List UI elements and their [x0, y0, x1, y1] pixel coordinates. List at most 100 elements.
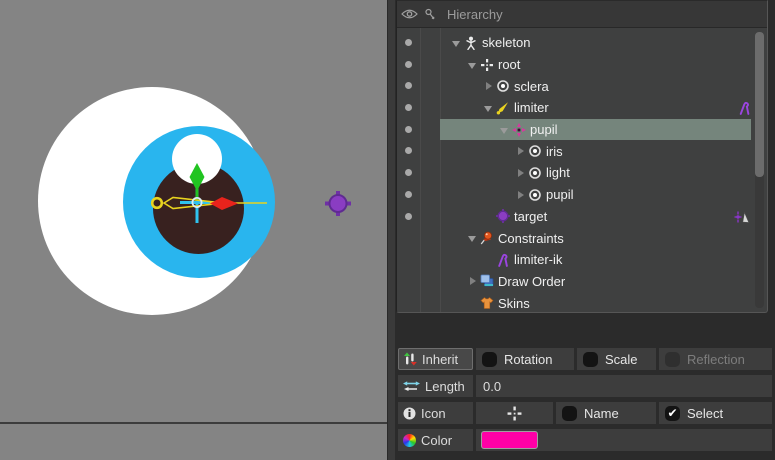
tree-row-constraints[interactable]: Constraints	[397, 227, 767, 249]
name-checkbox[interactable]	[562, 406, 577, 421]
slot-icon	[528, 188, 542, 202]
bone-icon	[496, 101, 510, 115]
expand-arrow[interactable]	[452, 36, 464, 50]
icon-select-cell[interactable]: ✔ Select	[659, 402, 772, 424]
icon-label: Icon	[421, 406, 446, 421]
tree-label: sclera	[514, 79, 549, 94]
inherit-rotation-cell[interactable]: Rotation	[476, 348, 574, 370]
visibility-dot[interactable]	[405, 39, 412, 46]
tree-label: limiter-ik	[514, 252, 562, 267]
panel-splitter[interactable]	[387, 0, 395, 460]
ik-target-handle[interactable]	[325, 191, 351, 216]
viewport-canvas[interactable]	[0, 0, 387, 460]
icon-label-cell: Icon	[398, 402, 473, 424]
visibility-dot[interactable]	[405, 147, 412, 154]
color-label-cell: Color	[398, 429, 473, 451]
inherit-label-cell[interactable]: Inherit	[398, 348, 473, 370]
tree-label: root	[498, 57, 520, 72]
length-value-field[interactable]: 0.0	[476, 375, 772, 397]
tree-label: skeleton	[482, 35, 530, 50]
slot-icon	[528, 144, 542, 158]
rotation-checkbox[interactable]	[482, 352, 497, 367]
tree-row-iris[interactable]: iris	[397, 140, 767, 162]
info-icon	[403, 407, 416, 420]
scale-checkbox[interactable]	[583, 352, 598, 367]
slot-icon	[528, 166, 542, 180]
color-wheel-icon	[403, 434, 416, 447]
tree-row-skeleton[interactable]: skeleton	[397, 32, 767, 54]
icon-style-selector[interactable]	[476, 402, 553, 424]
hierarchy-panel: Hierarchy skeleton	[396, 0, 768, 313]
rotation-label: Rotation	[504, 352, 552, 367]
expand-arrow[interactable]	[468, 58, 480, 72]
tree-label: limiter	[514, 100, 549, 115]
inherit-icon	[404, 352, 417, 366]
expand-arrow[interactable]	[516, 188, 528, 202]
tree-row-limiter[interactable]: limiter	[397, 97, 767, 119]
length-icon	[403, 380, 420, 392]
tree-row-draw-order[interactable]: Draw Order	[397, 271, 767, 293]
visibility-dot[interactable]	[405, 61, 412, 68]
tree-row-skins[interactable]: Skins	[397, 292, 767, 313]
expand-arrow[interactable]	[516, 166, 528, 180]
expand-arrow[interactable]	[484, 79, 496, 93]
visibility-dot[interactable]	[405, 169, 412, 176]
visibility-dot[interactable]	[405, 104, 412, 111]
tree-label: Draw Order	[498, 274, 565, 289]
visibility-dot[interactable]	[405, 191, 412, 198]
x-axis-handle-arrow[interactable]	[210, 197, 238, 210]
ik-target-icon	[496, 209, 510, 223]
color-value-cell	[476, 429, 772, 451]
expand-arrow[interactable]	[500, 123, 512, 137]
visibility-eye-icon[interactable]	[401, 8, 418, 20]
tree-row-pupil[interactable]: pupil	[397, 119, 767, 141]
ik-icon	[496, 253, 510, 267]
expand-arrow[interactable]	[468, 274, 480, 288]
layers-icon	[480, 274, 494, 288]
tree-row-root[interactable]: root	[397, 54, 767, 76]
visibility-dot[interactable]	[405, 82, 412, 89]
scale-label: Scale	[605, 352, 638, 367]
scrollbar-thumb[interactable]	[755, 32, 764, 177]
crosshair-icon	[507, 406, 522, 421]
hierarchy-tree: skeleton root	[397, 29, 767, 312]
tree-row-sclera[interactable]: sclera	[397, 75, 767, 97]
visibility-dot[interactable]	[405, 213, 412, 220]
reflection-label: Reflection	[687, 352, 745, 367]
root-crosshair-icon	[480, 58, 494, 72]
spine-editor-window: Hierarchy skeleton	[0, 0, 775, 460]
length-label-cell: Length	[398, 375, 473, 397]
arrow-spacer	[484, 209, 496, 223]
bone-origin-ring[interactable]	[152, 198, 162, 208]
tree-label: Constraints	[498, 231, 564, 246]
right-panel: Hierarchy skeleton	[395, 0, 775, 460]
ik-target-badge-icon	[734, 210, 751, 225]
expand-arrow[interactable]	[516, 144, 528, 158]
expand-arrow[interactable]	[468, 231, 480, 245]
bone-color-swatch[interactable]	[481, 431, 538, 449]
bone-crosshair-icon	[512, 123, 526, 137]
y-axis-handle-arrow[interactable]	[190, 163, 205, 191]
shirt-icon	[480, 296, 494, 310]
pin-icon	[480, 231, 494, 245]
arrow-spacer	[468, 296, 480, 310]
visibility-dot[interactable]	[405, 126, 412, 133]
tree-row-light[interactable]: light	[397, 162, 767, 184]
length-label: Length	[425, 379, 465, 394]
link-icon[interactable]	[424, 8, 436, 22]
inherit-label: Inherit	[422, 352, 458, 367]
icon-name-cell[interactable]: Name	[556, 402, 656, 424]
expand-arrow[interactable]	[484, 101, 496, 115]
select-checkbox[interactable]: ✔	[665, 406, 680, 421]
color-label: Color	[421, 433, 452, 448]
ik-constraint-badge-icon	[738, 101, 751, 115]
tree-label: pupil	[546, 187, 573, 202]
tree-row-target[interactable]: target	[397, 206, 767, 228]
inherit-scale-cell[interactable]: Scale	[577, 348, 656, 370]
tree-label: light	[546, 165, 570, 180]
tree-row-limiter-ik[interactable]: limiter-ik	[397, 249, 767, 271]
select-label: Select	[687, 406, 723, 421]
tree-row-pupil-slot[interactable]: pupil	[397, 184, 767, 206]
tree-label: iris	[546, 144, 563, 159]
hierarchy-title: Hierarchy	[447, 7, 503, 22]
